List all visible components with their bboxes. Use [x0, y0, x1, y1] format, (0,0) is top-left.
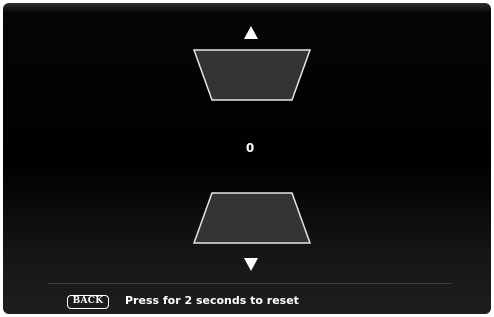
increase-button[interactable]	[193, 49, 311, 101]
counter-value: 0	[245, 141, 255, 155]
decrease-button[interactable]	[193, 192, 311, 244]
reset-hint: Press for 2 seconds to reset	[125, 294, 299, 307]
screen: 0 BACK Press for 2 seconds to reset	[3, 3, 491, 314]
footer-divider	[48, 283, 452, 284]
back-button[interactable]: BACK	[67, 295, 109, 309]
triangle-up-icon[interactable]	[242, 24, 260, 42]
device-frame: 0 BACK Press for 2 seconds to reset	[0, 0, 494, 317]
triangle-down-icon[interactable]	[242, 255, 260, 273]
